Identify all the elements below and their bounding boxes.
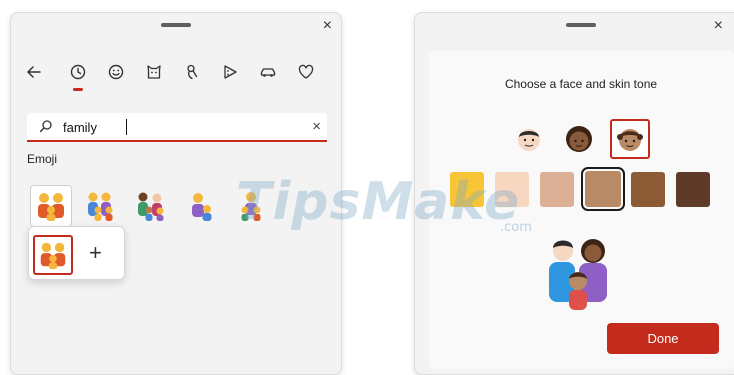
search-box[interactable]: ×: [27, 113, 327, 142]
drag-handle[interactable]: [566, 23, 596, 27]
tab-animals[interactable]: [141, 59, 167, 85]
pizza-icon: [224, 65, 237, 79]
family-emoji-icon: [40, 242, 66, 270]
heart-icon: [298, 64, 314, 79]
emoji-picker-panel: × × Emoji: [10, 12, 342, 375]
section-heading-emoji: Emoji: [27, 152, 58, 166]
category-nav: [21, 59, 331, 91]
emoji-result-family-woman-two-children[interactable]: [230, 185, 272, 227]
skin-tone-swatch-default[interactable]: [450, 172, 484, 207]
tab-recent[interactable]: [65, 59, 91, 91]
done-button[interactable]: Done: [607, 323, 719, 354]
dialog-close-button[interactable]: ×: [714, 17, 723, 35]
dialog-title: Choose a face and skin tone: [504, 77, 658, 91]
text-cursor: [126, 119, 127, 135]
skin-tone-swatch-medium-dark[interactable]: [631, 172, 665, 207]
smiley-icon: [108, 64, 124, 80]
back-arrow-icon: [27, 66, 41, 78]
skin-tone-variant-popup: +: [28, 226, 125, 280]
woman-face-icon: [566, 126, 592, 152]
family-emoji-icon: [138, 192, 164, 221]
tab-smileys[interactable]: [103, 59, 129, 85]
search-clear-button[interactable]: ×: [312, 117, 321, 137]
search-icon: [39, 120, 52, 133]
family-emoji-icon: [88, 192, 113, 221]
car-icon: [260, 68, 276, 77]
recent-clock-icon: [70, 64, 86, 80]
tone-card: [429, 51, 734, 369]
drag-handle[interactable]: [161, 23, 191, 27]
tab-people[interactable]: [179, 59, 205, 85]
family-preview-emoji-icon: [549, 239, 607, 310]
skin-tone-dialog: × Choose a face and skin tone Done: [414, 12, 734, 375]
skin-tone-swatch-medium-light[interactable]: [540, 172, 574, 207]
skin-tone-swatch-light[interactable]: [495, 172, 529, 207]
family-emoji-icon: [241, 192, 261, 221]
skin-tone-swatch-dark[interactable]: [676, 172, 710, 207]
back-button[interactable]: [21, 59, 47, 85]
man-face-icon: [518, 129, 540, 151]
emoji-result-family-mixed-tones[interactable]: [130, 185, 172, 227]
tab-food[interactable]: [217, 59, 243, 85]
tab-symbols[interactable]: [293, 59, 319, 85]
family-emoji-icon: [38, 193, 64, 221]
tab-travel[interactable]: [255, 59, 281, 85]
emoji-result-family-woman-child[interactable]: [180, 185, 222, 227]
variant-option-selected[interactable]: [33, 235, 73, 275]
skin-tone-swatch-medium-selected[interactable]: [581, 167, 625, 211]
family-emoji-icon: [192, 193, 212, 221]
emoji-panel-close-button[interactable]: ×: [323, 17, 332, 35]
add-variant-button[interactable]: +: [89, 241, 102, 265]
face-option-man[interactable]: [509, 119, 549, 159]
people-icon: [187, 64, 198, 80]
search-input[interactable]: [63, 117, 293, 137]
emoji-result-family-two-children[interactable]: [80, 185, 122, 227]
face-option-child-selected[interactable]: [610, 119, 650, 159]
cat-icon: [147, 65, 161, 79]
face-option-woman[interactable]: [559, 119, 599, 159]
emoji-result-family-woman-woman-child[interactable]: [30, 185, 72, 227]
child-face-icon: [617, 129, 643, 151]
